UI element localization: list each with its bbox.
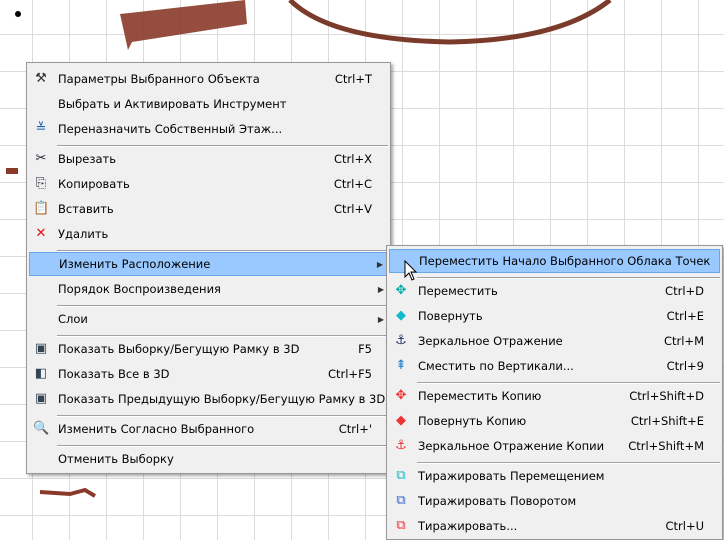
- menu-item-label: Переместить Копию: [418, 389, 542, 403]
- menu-item[interactable]: ⚓ Зеркальное Отражение Копии Ctrl+Shift+M: [389, 434, 720, 458]
- move-icon: ✥: [395, 283, 407, 298]
- menu-item-shortcut: Ctrl+9: [666, 359, 704, 373]
- menu-item-shortcut: Ctrl+Shift+M: [628, 439, 704, 453]
- menu-item[interactable]: ⧉ Тиражировать Поворотом: [389, 489, 720, 513]
- move-copy-icon: ✥: [395, 388, 407, 403]
- menu-item-label: Тиражировать Перемещением: [418, 469, 605, 483]
- menu-item-label: Вырезать: [58, 152, 116, 166]
- submenu-arrow-icon: ▶: [377, 284, 384, 294]
- menu-item-label: Зеркальное Отражение Копии: [418, 439, 605, 453]
- menu-item-label: Порядок Воспроизведения: [58, 282, 221, 296]
- mouse-cursor-icon: [404, 260, 418, 281]
- menu-item[interactable]: ⚓ Зеркальное Отражение Ctrl+M: [389, 329, 720, 353]
- menu-item-label: Слои: [58, 312, 88, 326]
- menu-item[interactable]: ✂ Вырезать Ctrl+X: [29, 147, 388, 171]
- point-cloud-arc: [288, 0, 612, 45]
- menu-item-shortcut: Ctrl+M: [663, 334, 704, 348]
- multiply-move-icon: ⧉: [396, 468, 406, 483]
- menu-item[interactable]: ≚ Переназначить Собственный Этаж...: [29, 117, 388, 141]
- paste-icon: 📋: [33, 201, 50, 216]
- menu-item-label: Удалить: [58, 227, 109, 241]
- show-selection-3d-icon: ▣: [34, 341, 48, 356]
- rotate-copy-icon: ◆: [396, 413, 406, 428]
- menu-item[interactable]: 📋 Вставить Ctrl+V: [29, 197, 388, 221]
- menu-item[interactable]: ⚒ Параметры Выбранного Объекта Ctrl+T: [29, 67, 388, 91]
- show-previous-3d-icon: ▣: [34, 391, 48, 406]
- menu-item[interactable]: Отменить Выборку: [29, 447, 388, 471]
- menu-item-label: Тиражировать...: [418, 519, 518, 533]
- menu-item[interactable]: ◧ Показать Все в 3D Ctrl+F5: [29, 362, 388, 386]
- point-cloud-fragment: [6, 168, 18, 174]
- mirror-icon: ⚓: [395, 333, 407, 348]
- menu-item-shortcut: Ctrl+Shift+E: [630, 414, 704, 428]
- menu-item[interactable]: ✕ Удалить: [29, 222, 388, 246]
- menu-item-shortcut: F5: [358, 342, 372, 356]
- origin-dot: [15, 11, 21, 17]
- menu-item-label: Зеркальное Отражение: [418, 334, 563, 348]
- menu-item-shortcut: Ctrl+Shift+D: [629, 389, 704, 403]
- menu-item-shortcut: Ctrl+': [338, 422, 372, 436]
- menu-item[interactable]: Слои ▶: [29, 307, 388, 331]
- menu-item-label: Переместить Начало Выбранного Облака Точ…: [419, 254, 711, 268]
- menu-item-label: Тиражировать Поворотом: [418, 494, 577, 508]
- menu-item-label: Выбрать и Активировать Инструмент: [58, 97, 287, 111]
- menu-item-shortcut: Ctrl+F5: [327, 367, 372, 381]
- menu-item[interactable]: ▣ Показать Предыдущую Выборку/Бегущую Рам…: [29, 387, 388, 411]
- menu-item[interactable]: ◆ Повернуть Копию Ctrl+Shift+E: [389, 409, 720, 433]
- point-cloud-strip: [120, 0, 247, 50]
- menu-item-label: Повернуть Копию: [418, 414, 527, 428]
- context-menu: ⚒ Параметры Выбранного Объекта Ctrl+T Выбра…: [26, 62, 391, 474]
- menu-item-label: Показать Все в 3D: [58, 367, 170, 381]
- submenu-arrow-icon: ▶: [376, 259, 383, 269]
- menu-item[interactable]: ⧉ Тиражировать Перемещением: [389, 464, 720, 488]
- menu-item[interactable]: 🔍 Изменить Согласно Выбранного Ctrl+': [29, 417, 388, 441]
- menu-item[interactable]: ⇞ Сместить по Вертикали... Ctrl+9: [389, 354, 720, 378]
- edit-position-submenu: Переместить Начало Выбранного Облака Точ…: [386, 245, 723, 540]
- show-all-3d-icon: ◧: [34, 366, 48, 381]
- copy-icon: ⎘: [35, 176, 47, 191]
- point-cloud-fragment: [39, 487, 97, 498]
- menu-item-label: Вставить: [58, 202, 114, 216]
- menu-item-shortcut: Ctrl+V: [334, 202, 372, 216]
- menu-item-label: Параметры Выбранного Объекта: [58, 72, 260, 86]
- multiply-rotate-icon: ⧉: [396, 493, 406, 508]
- scissors-icon: ✂: [35, 151, 47, 166]
- menu-item[interactable]: Выбрать и Активировать Инструмент: [29, 92, 388, 116]
- menu-item-shortcut: Ctrl+D: [665, 284, 704, 298]
- menu-item-shortcut: Ctrl+E: [666, 309, 704, 323]
- menu-item[interactable]: ▣ Показать Выборку/Бегущую Рамку в 3D F5: [29, 337, 388, 361]
- menu-item[interactable]: ⎘ Копировать Ctrl+C: [29, 172, 388, 196]
- menu-item-label: Изменить Расположение: [59, 257, 211, 271]
- elevate-icon: ⇞: [395, 358, 407, 373]
- menu-item-shortcut: Ctrl+X: [334, 152, 372, 166]
- delete-icon: ✕: [35, 226, 47, 241]
- menu-item-label: Повернуть: [418, 309, 483, 323]
- menu-item-label: Сместить по Вертикали...: [418, 359, 574, 373]
- menu-item-shortcut: Ctrl+C: [333, 177, 372, 191]
- menu-item-label: Показать Выборку/Бегущую Рамку в 3D: [58, 342, 300, 356]
- menu-item-label: Переназначить Собственный Этаж...: [58, 122, 283, 136]
- menu-item-label: Копировать: [58, 177, 130, 191]
- menu-item-label: Показать Предыдущую Выборку/Бегущую Рамк…: [58, 392, 386, 406]
- menu-item[interactable]: Изменить Расположение ▶: [29, 252, 388, 276]
- menu-item[interactable]: Переместить Начало Выбранного Облака Точ…: [389, 249, 720, 273]
- menu-item[interactable]: ✥ Переместить Ctrl+D: [389, 279, 720, 303]
- settings-hammer-icon: ⚒: [35, 71, 47, 86]
- menu-item-label: Изменить Согласно Выбранного: [58, 422, 255, 436]
- mirror-copy-icon: ⚓: [395, 438, 407, 453]
- multiply-icon: ⧉: [396, 518, 406, 533]
- submenu-arrow-icon: ▶: [377, 314, 384, 324]
- story-icon: ≚: [35, 121, 47, 136]
- menu-item[interactable]: ⧉ Тиражировать... Ctrl+U: [389, 514, 720, 538]
- menu-item[interactable]: Порядок Воспроизведения ▶: [29, 277, 388, 301]
- rotate-icon: ◆: [396, 308, 406, 323]
- menu-item-shortcut: Ctrl+U: [665, 519, 704, 533]
- menu-item[interactable]: ◆ Повернуть Ctrl+E: [389, 304, 720, 328]
- menu-item-label: Переместить: [418, 284, 498, 298]
- menu-item-label: Отменить Выборку: [58, 452, 174, 466]
- menu-item-shortcut: Ctrl+T: [334, 72, 372, 86]
- zoom-to-selection-icon: 🔍: [33, 421, 50, 436]
- menu-item[interactable]: ✥ Переместить Копию Ctrl+Shift+D: [389, 384, 720, 408]
